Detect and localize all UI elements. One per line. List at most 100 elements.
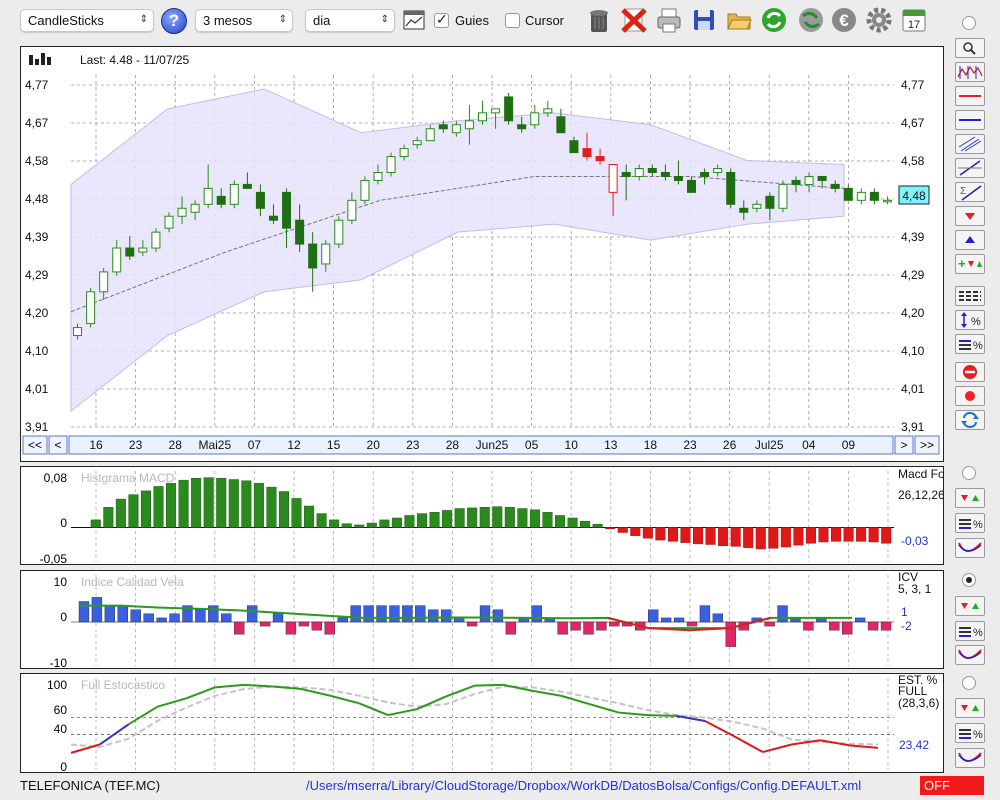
- horizontal-red-line-button[interactable]: [955, 86, 985, 106]
- macd-bar: [128, 494, 139, 528]
- fibonacci-button[interactable]: Σ: [955, 182, 985, 202]
- y-tick-label-left: 4,48: [25, 192, 49, 206]
- status-off-badge[interactable]: OFF: [920, 776, 984, 795]
- stoch-signals-button[interactable]: [955, 698, 985, 718]
- stoch-curve-button[interactable]: [955, 748, 985, 768]
- icv-bar: [441, 609, 452, 623]
- macd-bar: [228, 479, 239, 528]
- candle-body: [882, 199, 892, 203]
- trendline-button[interactable]: [955, 158, 985, 178]
- icv-y-top: 10: [54, 575, 68, 589]
- macd-bar: [391, 517, 402, 528]
- main-panel-radio[interactable]: [962, 16, 976, 30]
- record-dot-icon: [965, 391, 975, 401]
- euro-icon[interactable]: €: [830, 6, 858, 34]
- chart-type-select[interactable]: CandleSticks ⇕: [20, 9, 154, 32]
- stoch-fast-segment: [733, 735, 764, 753]
- candle-body: [216, 195, 226, 205]
- bar-chart-icon[interactable]: [29, 53, 51, 65]
- list-button[interactable]: [955, 286, 985, 306]
- arrow-down-button[interactable]: [955, 206, 985, 226]
- swap-button[interactable]: [955, 410, 985, 430]
- macd-y-bottom: -0,05: [40, 552, 68, 564]
- scale-percent-button[interactable]: %: [955, 310, 985, 330]
- svg-text:%: %: [971, 316, 981, 328]
- cursor-checkbox[interactable]: [505, 13, 520, 28]
- macd-histogram-chart[interactable]: Histgrama MACD Macd Forest 26,12,26 -0,0…: [21, 467, 966, 566]
- candle-body: [321, 243, 331, 265]
- icv-signals-button[interactable]: [955, 596, 985, 616]
- icv-curve-button[interactable]: [955, 645, 985, 665]
- arrow-up-button[interactable]: [955, 230, 985, 250]
- icv-chart[interactable]: Indice Calidad Vela ICV 5, 3, 1 1 -2 10 …: [21, 570, 943, 670]
- stochastic-chart[interactable]: Full Estocastico EST. % FULL (28,3,6) 23…: [21, 673, 943, 774]
- macd-panel-radio[interactable]: [962, 466, 976, 480]
- macd-bar: [253, 483, 264, 528]
- icv-percent-button[interactable]: %: [955, 621, 985, 641]
- stoch-fast-segment: [157, 697, 187, 708]
- guides-checkbox[interactable]: [434, 11, 449, 28]
- icv-bar: [208, 605, 219, 623]
- interval-select[interactable]: dia ⇕: [305, 9, 395, 32]
- macd-bar: [379, 519, 390, 528]
- macd-curve-button[interactable]: [955, 538, 985, 558]
- macd-bar: [203, 477, 214, 528]
- macd-bar: [341, 523, 352, 528]
- candle-body: [608, 164, 618, 193]
- swap-arrows-icon: [961, 412, 979, 428]
- icv-bar: [78, 601, 90, 623]
- printer-icon[interactable]: [655, 6, 683, 34]
- calendar-icon[interactable]: 17: [900, 6, 928, 34]
- open-folder-icon[interactable]: [725, 6, 753, 34]
- stop-button[interactable]: [955, 362, 985, 382]
- stoch-percent-button[interactable]: %: [955, 723, 985, 743]
- icv-bar: [156, 617, 167, 623]
- period-select[interactable]: 3 mesos ⇕: [195, 9, 293, 32]
- add-signals-button[interactable]: +: [955, 254, 985, 274]
- macd-bar: [705, 527, 716, 545]
- chart-window-icon[interactable]: [403, 10, 425, 30]
- macd-bar: [667, 527, 678, 542]
- candle-body: [491, 108, 501, 114]
- down-up-arrows-icon: [961, 705, 979, 711]
- save-icon[interactable]: [690, 6, 718, 34]
- percent-lines-button[interactable]: %: [955, 334, 985, 354]
- macd-bar: [831, 527, 842, 542]
- help-icon[interactable]: ?: [161, 8, 187, 34]
- record-button[interactable]: [955, 386, 985, 406]
- stoch-panel-radio[interactable]: [962, 676, 976, 690]
- icv-panel-radio[interactable]: [962, 573, 976, 587]
- macd-percent-button[interactable]: %: [955, 513, 985, 533]
- macd-bar: [655, 527, 666, 541]
- macd-bar: [567, 517, 578, 528]
- indicator-overlay-button[interactable]: [955, 62, 985, 82]
- delete-icon[interactable]: [620, 6, 648, 34]
- horizontal-blue-line-button[interactable]: [955, 110, 985, 130]
- macd-bar: [542, 512, 553, 528]
- icv-bar: [104, 605, 116, 623]
- channel-button[interactable]: [955, 134, 985, 154]
- x-tick-label: 04: [802, 438, 816, 452]
- icv-bar: [505, 621, 517, 635]
- trash-icon[interactable]: [585, 6, 613, 34]
- macd-bar: [642, 527, 653, 539]
- zoom-button[interactable]: [955, 38, 985, 58]
- config-path-link[interactable]: /Users/mserra/Library/CloudStorage/Dropb…: [306, 778, 861, 793]
- y-tick-label-left: 4,58: [25, 154, 49, 168]
- macd-signals-button[interactable]: [955, 488, 985, 508]
- macd-y-zero: 0: [60, 516, 67, 530]
- candle-body: [151, 231, 161, 249]
- x-tick-label: Jun25: [476, 438, 509, 452]
- macd-bar: [504, 507, 515, 528]
- gear-icon[interactable]: [865, 6, 893, 34]
- macd-bar: [780, 527, 791, 548]
- candle-body: [752, 203, 762, 209]
- macd-bar: [191, 478, 202, 528]
- candlestick-chart[interactable]: 4,77 4,77 4,67 4,67 4,58 4,58 4,48 4,48 4,39 4,39…: [21, 47, 943, 461]
- stoch-fast-segment: [589, 703, 619, 714]
- channel-icon: [958, 136, 982, 152]
- globe-refresh-icon[interactable]: [797, 6, 825, 34]
- stoch-fast-segment: [185, 686, 216, 700]
- refresh-icon[interactable]: [760, 6, 788, 34]
- candle-body: [830, 183, 840, 189]
